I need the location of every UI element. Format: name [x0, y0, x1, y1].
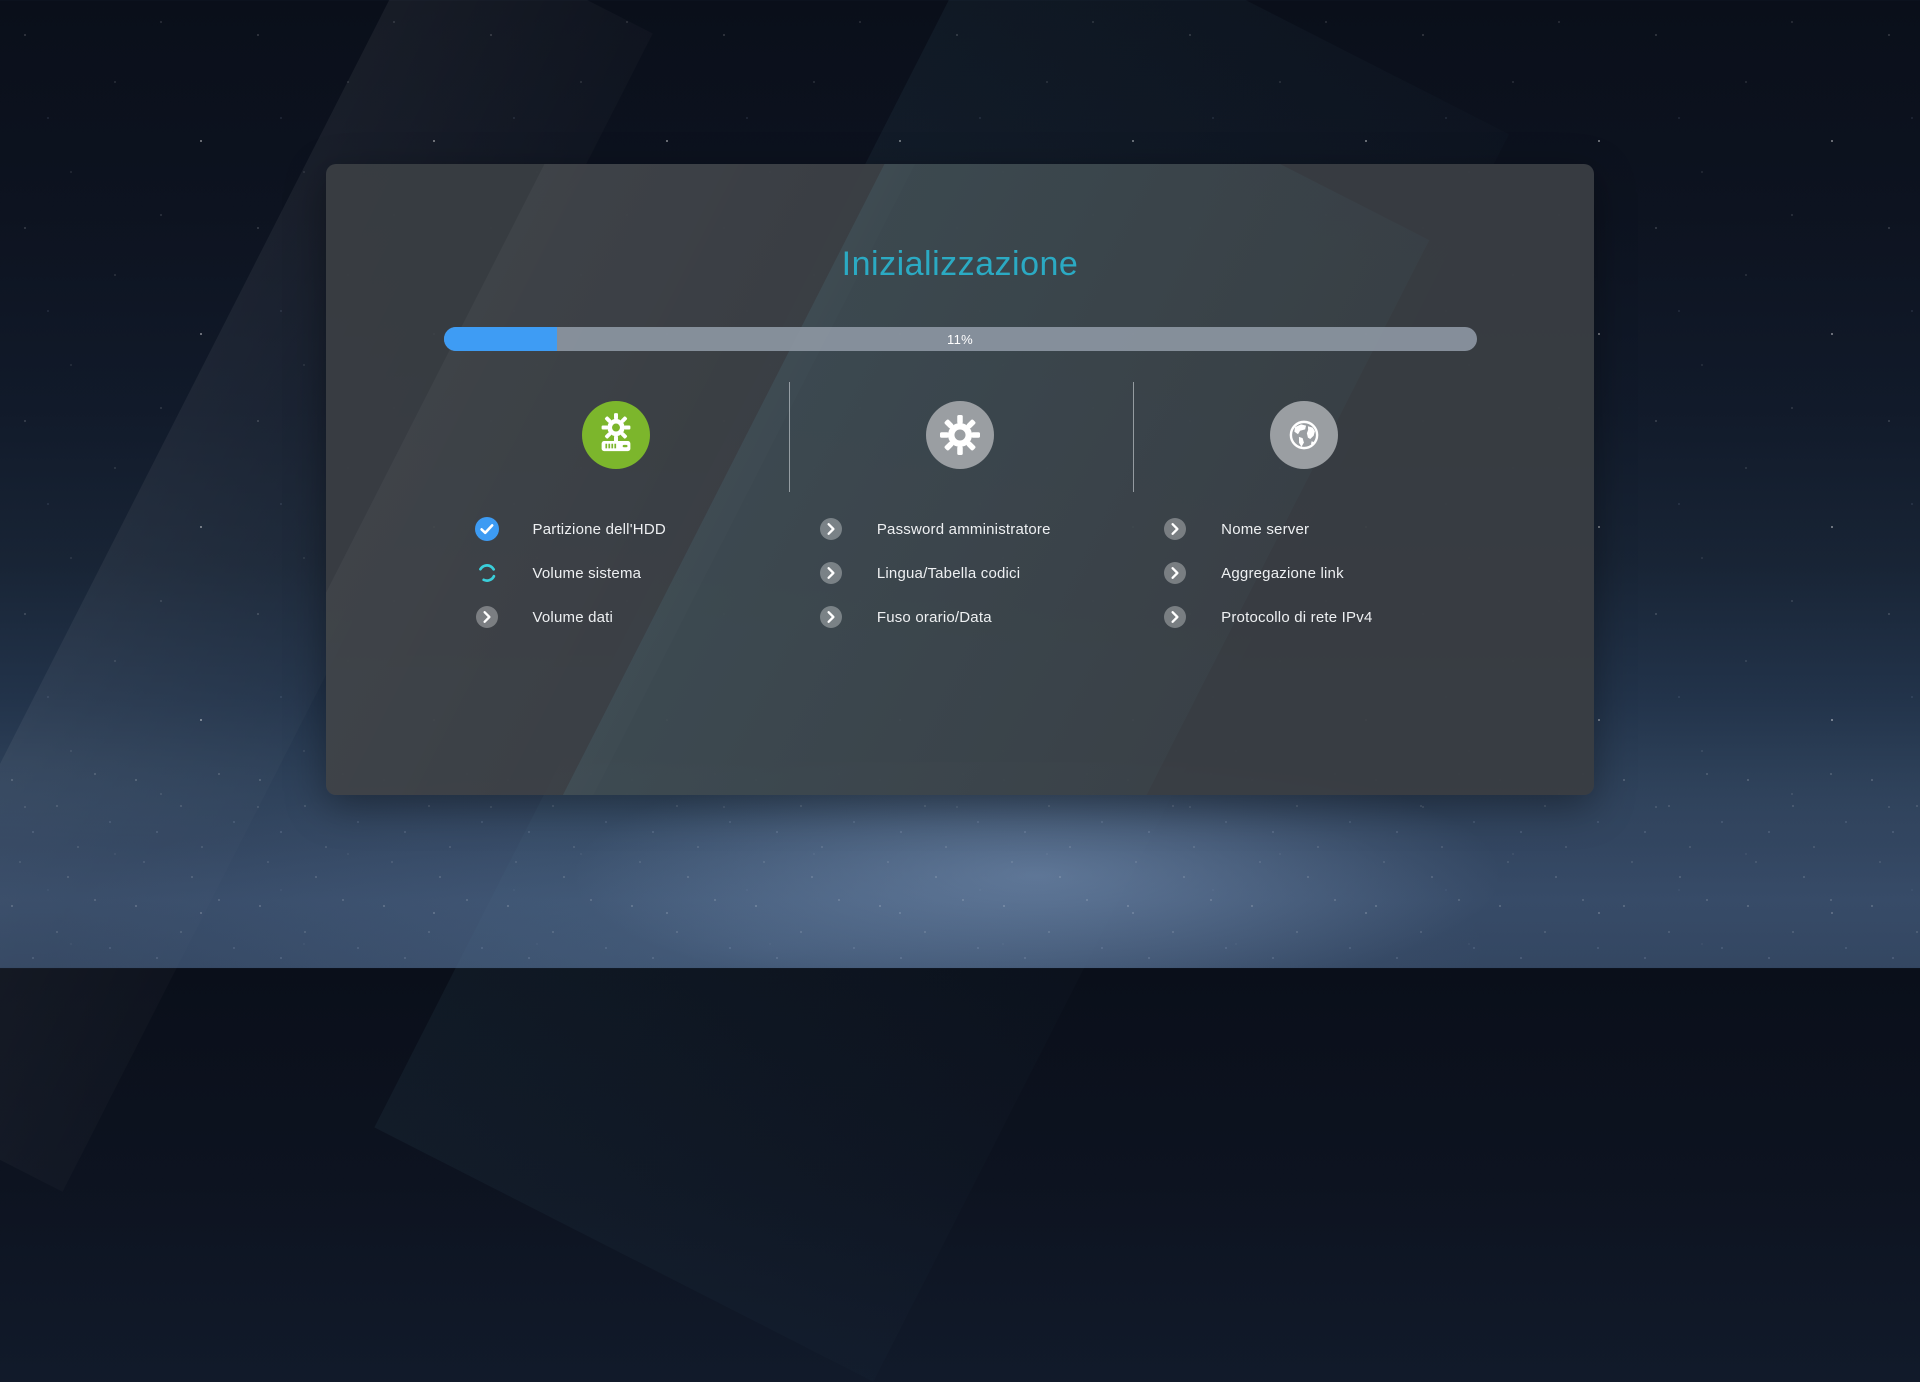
- gear-icon: [926, 401, 994, 469]
- item-label: Volume dati: [533, 609, 614, 626]
- chevron-right-icon: [819, 561, 843, 585]
- item-label: Lingua/Tabella codici: [877, 565, 1020, 582]
- list-item: Fuso orario/Data: [788, 605, 1132, 629]
- column-system: Password amministratore Lingua/Tabella c…: [788, 401, 1132, 649]
- list-item: Lingua/Tabella codici: [788, 561, 1132, 585]
- item-label: Password amministratore: [877, 521, 1051, 538]
- item-label: Nome server: [1221, 521, 1309, 538]
- item-label: Partizione dell'HDD: [533, 521, 666, 538]
- chevron-right-icon: [1163, 517, 1187, 541]
- progress-percent-label: 11%: [444, 327, 1477, 351]
- item-label: Volume sistema: [533, 565, 642, 582]
- list-item: Partizione dell'HDD: [444, 517, 788, 541]
- chevron-right-icon: [1163, 561, 1187, 585]
- page-title: Inizializzazione: [326, 244, 1594, 284]
- list-item: Volume dati: [444, 605, 788, 629]
- chevron-right-icon: [819, 517, 843, 541]
- initialization-dialog: Inizializzazione 11%: [326, 164, 1594, 795]
- progress-bar: 11%: [444, 327, 1477, 351]
- list-item: Aggregazione link: [1132, 561, 1476, 585]
- column-storage: Partizione dell'HDD Volume sistema: [444, 401, 788, 649]
- item-label: Fuso orario/Data: [877, 609, 992, 626]
- chevron-right-icon: [475, 605, 499, 629]
- storage-setup-icon: [582, 401, 650, 469]
- spinner-icon: [475, 561, 499, 585]
- column-divider: [1133, 382, 1134, 492]
- globe-icon: [1270, 401, 1338, 469]
- column-network: Nome server Aggregazione link: [1132, 401, 1476, 649]
- chevron-right-icon: [1163, 605, 1187, 629]
- list-item: Volume sistema: [444, 561, 788, 585]
- column-divider: [789, 382, 790, 492]
- chevron-right-icon: [819, 605, 843, 629]
- setup-columns: Partizione dell'HDD Volume sistema: [444, 401, 1477, 649]
- list-item: Password amministratore: [788, 517, 1132, 541]
- item-label: Aggregazione link: [1221, 565, 1344, 582]
- list-item: Protocollo di rete IPv4: [1132, 605, 1476, 629]
- item-label: Protocollo di rete IPv4: [1221, 609, 1372, 626]
- list-item: Nome server: [1132, 517, 1476, 541]
- check-icon: [475, 517, 499, 541]
